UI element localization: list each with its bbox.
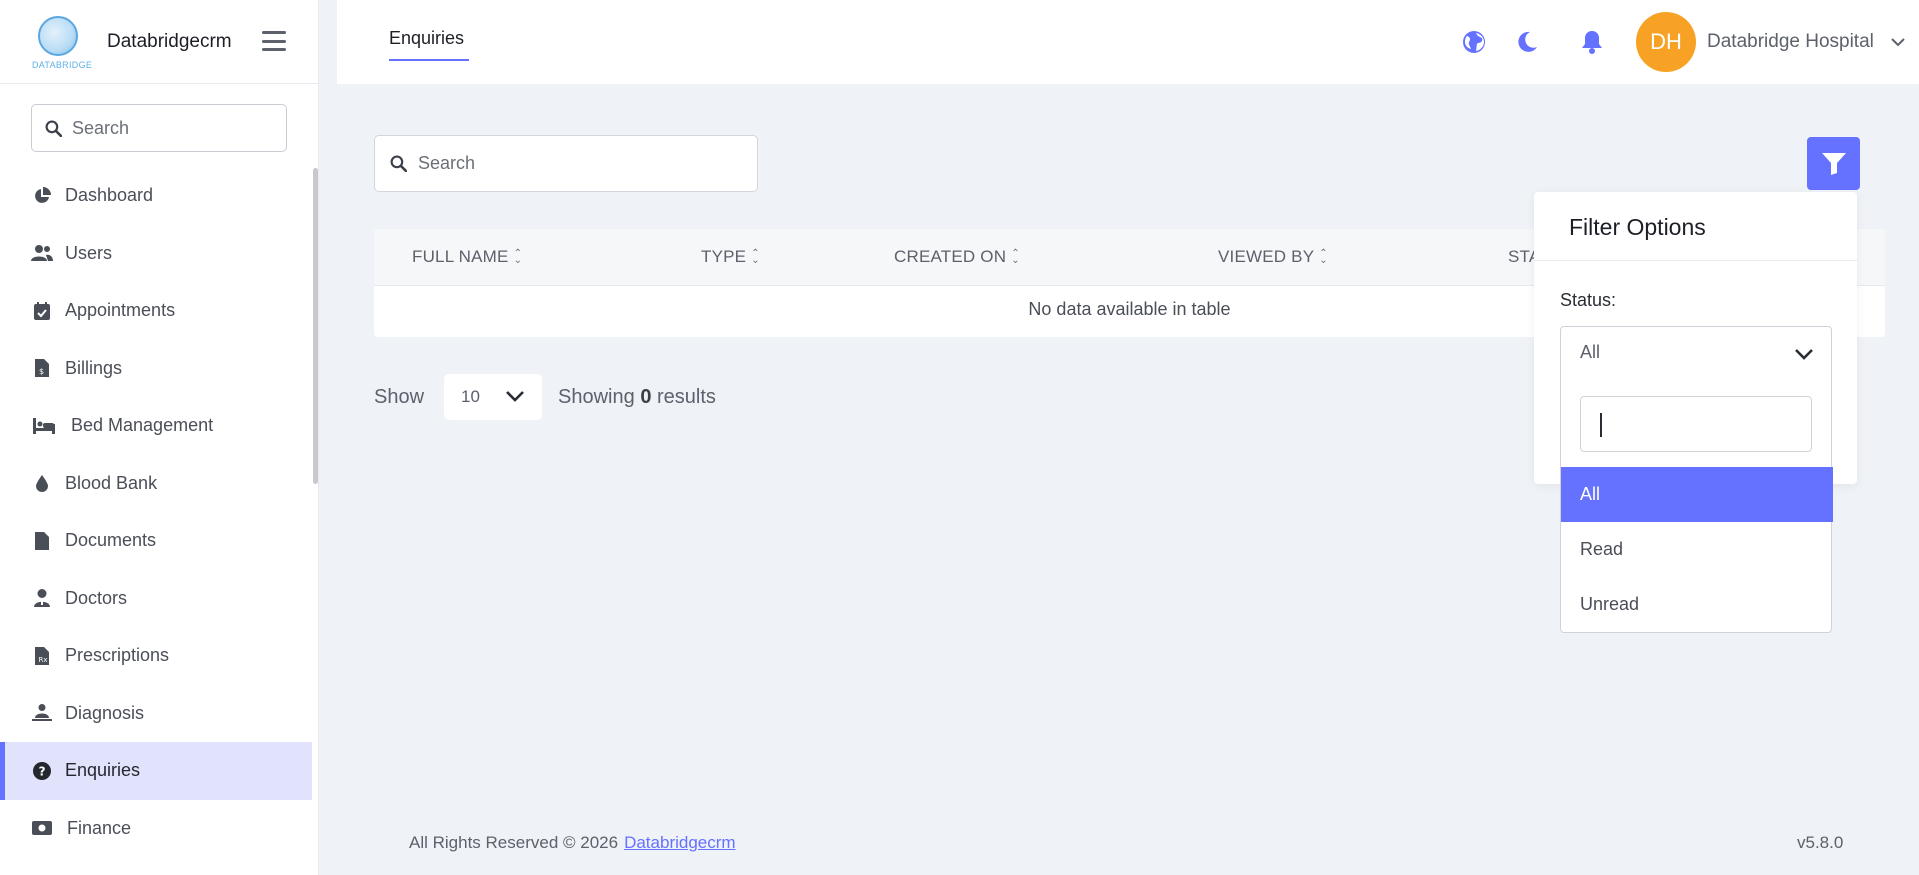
sort-icon: ⌃ ⌄ xyxy=(1319,248,1328,266)
sidebar-item-users[interactable]: Users xyxy=(0,225,312,283)
show-label: Show xyxy=(374,385,425,408)
filter-panel-title: Filter Options xyxy=(1569,214,1706,240)
app-version: v5.8.0 xyxy=(1797,833,1844,852)
sidebar-search-input[interactable] xyxy=(72,117,272,139)
status-select[interactable]: All xyxy=(1560,326,1832,378)
results-summary: Showing 0 results xyxy=(558,385,716,408)
footer-copyright: All Rights Reserved © 2026 Databridgecrm xyxy=(409,833,736,852)
sidebar-item-blood-bank[interactable]: Blood Bank xyxy=(0,455,312,513)
menu-toggle-icon[interactable] xyxy=(262,31,286,51)
status-label: Status: xyxy=(1560,290,1617,310)
svg-text:$: $ xyxy=(39,367,44,376)
search-icon xyxy=(45,120,62,137)
money-icon xyxy=(31,817,53,839)
doctor-icon xyxy=(31,587,53,609)
diagnosis-icon xyxy=(31,702,53,724)
sidebar-item-label: Billings xyxy=(65,357,123,378)
page-size-select[interactable]: 10 xyxy=(444,374,543,420)
sidebar-item-label: Enquiries xyxy=(65,760,141,781)
sidebar-nav: Dashboard Users Appointments $ Billings … xyxy=(0,167,312,857)
logo-text: DATABRIDGE xyxy=(32,59,93,70)
chevron-down-icon[interactable] xyxy=(1890,34,1906,50)
sidebar: DATABRIDGE Databridgecrm Dashboard Users… xyxy=(0,0,319,875)
brand-logo[interactable]: DATABRIDGE xyxy=(28,14,92,70)
footer-link[interactable]: Databridgecrm xyxy=(624,833,736,852)
active-tab-indicator xyxy=(389,59,469,61)
calendar-check-icon xyxy=(31,300,53,322)
dropdown-search-input[interactable] xyxy=(1581,397,1811,451)
sidebar-item-bed-management[interactable]: Bed Management xyxy=(0,397,312,455)
users-icon xyxy=(31,242,53,264)
pagination-bar: Show 10 Showing 0 results xyxy=(374,374,716,420)
sidebar-scrollbar[interactable] xyxy=(313,168,318,484)
sidebar-item-label: Bed Management xyxy=(71,415,214,436)
sidebar-item-diagnosis[interactable]: Diagnosis xyxy=(0,685,312,743)
sidebar-item-enquiries[interactable]: ? Enquiries xyxy=(0,742,312,800)
svg-text:?: ? xyxy=(39,764,46,778)
invoice-icon: $ xyxy=(31,357,53,379)
column-full-name[interactable]: FULL NAME ⌃ ⌄ xyxy=(412,247,522,267)
status-option-all[interactable]: All xyxy=(1561,467,1833,522)
sidebar-item-label: Diagnosis xyxy=(65,702,145,723)
status-option-read[interactable]: Read xyxy=(1561,522,1833,577)
file-icon xyxy=(31,530,53,552)
sidebar-item-label: Appointments xyxy=(65,300,176,321)
sidebar-item-label: Doctors xyxy=(65,587,128,608)
svg-text:Rx: Rx xyxy=(39,656,48,664)
bell-icon[interactable] xyxy=(1579,29,1605,55)
sort-icon: ⌃ ⌄ xyxy=(513,248,523,266)
text-cursor xyxy=(1600,413,1602,437)
logo-globe-icon xyxy=(38,15,78,56)
sidebar-item-label: Dashboard xyxy=(65,185,154,206)
sidebar-item-label: Finance xyxy=(67,817,132,838)
sidebar-item-doctors[interactable]: Doctors xyxy=(0,570,312,628)
page-size-value: 10 xyxy=(461,387,480,406)
brand-header: DATABRIDGE Databridgecrm xyxy=(0,0,318,84)
sidebar-search xyxy=(31,104,287,152)
sort-icon: ⌃ ⌄ xyxy=(751,248,760,266)
blood-drop-icon xyxy=(31,472,53,494)
sidebar-item-label: Documents xyxy=(65,530,157,551)
table-search xyxy=(374,135,758,192)
column-viewed-by[interactable]: VIEWED BY ⌃ ⌄ xyxy=(1218,247,1328,267)
status-selected-value: All xyxy=(1580,341,1601,362)
sidebar-item-appointments[interactable]: Appointments xyxy=(0,282,312,340)
status-dropdown: All Read Unread xyxy=(1560,377,1833,633)
sidebar-item-finance[interactable]: Finance xyxy=(0,800,312,858)
moon-icon[interactable] xyxy=(1514,29,1540,55)
globe-icon[interactable] xyxy=(1461,29,1487,55)
sidebar-item-dashboard[interactable]: Dashboard xyxy=(0,167,312,225)
sidebar-item-label: Users xyxy=(65,242,113,263)
sidebar-item-label: Prescriptions xyxy=(65,645,170,666)
filter-button[interactable] xyxy=(1807,137,1860,190)
search-icon xyxy=(390,155,407,172)
prescription-icon: Rx xyxy=(31,645,53,667)
pie-chart-icon xyxy=(31,185,53,207)
question-circle-icon: ? xyxy=(31,760,53,782)
divider xyxy=(1534,260,1857,261)
dropdown-search xyxy=(1580,396,1812,452)
sidebar-item-billings[interactable]: $ Billings xyxy=(0,340,312,398)
table-search-input[interactable] xyxy=(418,153,738,174)
column-type[interactable]: TYPE ⌃ ⌄ xyxy=(701,247,760,267)
column-created-on[interactable]: CREATED ON ⌃ ⌄ xyxy=(894,247,1020,267)
chevron-down-icon xyxy=(506,391,524,402)
user-name[interactable]: Databridge Hospital xyxy=(1707,31,1874,53)
tab-enquiries[interactable]: Enquiries xyxy=(389,28,464,49)
sort-icon: ⌃ ⌄ xyxy=(1011,248,1020,266)
sidebar-item-label: Blood Bank xyxy=(65,472,158,493)
top-header: Enquiries DH Databridge Hospital xyxy=(337,0,1919,84)
sidebar-item-documents[interactable]: Documents xyxy=(0,512,312,570)
bed-icon xyxy=(33,415,55,437)
chevron-down-icon xyxy=(1795,349,1813,360)
sidebar-item-prescriptions[interactable]: Rx Prescriptions xyxy=(0,627,312,685)
brand-name: Databridgecrm xyxy=(107,30,232,52)
filter-icon xyxy=(1821,152,1846,175)
status-option-unread[interactable]: Unread xyxy=(1561,577,1833,632)
avatar[interactable]: DH xyxy=(1636,12,1696,72)
